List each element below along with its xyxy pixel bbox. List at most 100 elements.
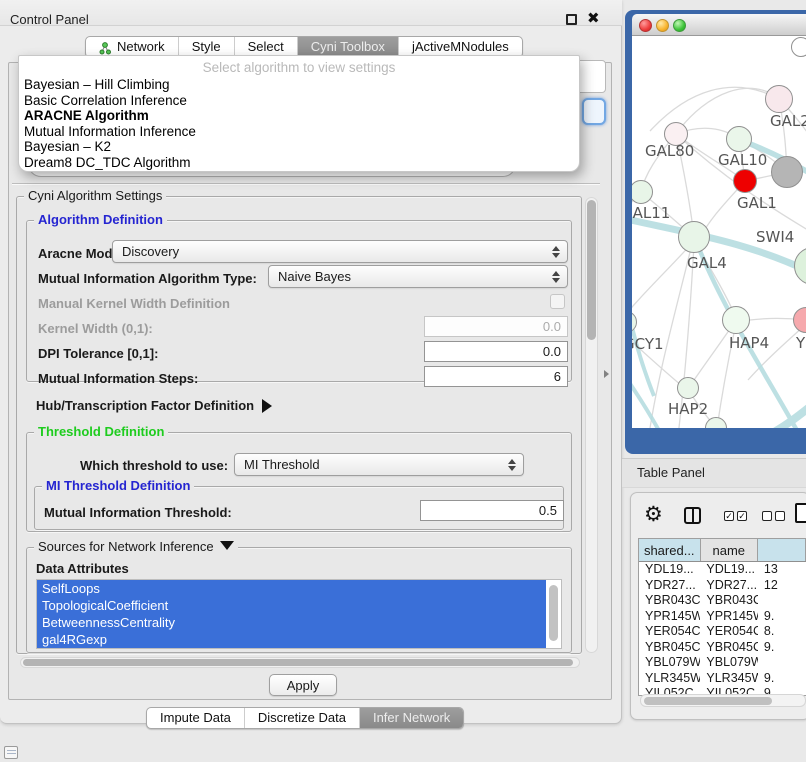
tab-impute-data[interactable]: Impute Data [147, 708, 244, 728]
network-node-gal11[interactable] [632, 180, 653, 204]
apply-button[interactable]: Apply [269, 674, 337, 696]
table-panel-title: Table Panel [637, 465, 705, 480]
gear-icon[interactable]: ⚙ [644, 504, 663, 525]
sources-group-title[interactable]: Sources for Network Inference [34, 540, 238, 554]
new-table-icon[interactable] [795, 503, 806, 523]
algorithm-option-basic-correlation-inference[interactable]: Basic Correlation Inference [19, 93, 579, 109]
network-node[interactable] [771, 156, 803, 188]
column-header-3[interactable] [758, 539, 806, 561]
table-row[interactable]: YPR145WYPR145W9. [639, 609, 806, 625]
expanded-arrow-icon[interactable] [220, 541, 234, 550]
window-minimize-button[interactable] [656, 19, 669, 32]
tab-jactivemnodules[interactable]: jActiveMNodules [398, 37, 522, 57]
network-node-hap4[interactable] [722, 306, 750, 334]
mi-threshold-field[interactable]: 0.5 [420, 500, 564, 521]
table-cell: YDL19... [700, 562, 757, 578]
data-attributes-list[interactable]: SelfLoopsTopologicalCoefficientBetweenne… [36, 579, 562, 649]
table-cell: 9. [758, 640, 806, 656]
node-table[interactable]: shared...name YDL19...YDL19...13YDR27...… [638, 538, 806, 696]
dpi-tolerance-field[interactable]: 0.0 [424, 341, 568, 362]
select-all-icon[interactable]: ✓ [724, 511, 734, 521]
algorithm-dropdown-prompt: Select algorithm to view settings [19, 56, 579, 77]
which-threshold-label: Which threshold to use: [80, 458, 228, 473]
mi-type-combo[interactable]: Naive Bayes [268, 265, 568, 288]
attribute-item-gal4rgexp[interactable]: gal4RGexp [37, 631, 546, 648]
table-cell: 9. [758, 671, 806, 687]
select-all-icon2[interactable]: ✓ [737, 511, 747, 521]
section-divider [12, 183, 600, 185]
control-panel-titlebar [0, 0, 622, 26]
tab-cyni-toolbox[interactable]: Cyni Toolbox [297, 37, 398, 57]
tab-infer-network[interactable]: Infer Network [359, 708, 463, 728]
table-row[interactable]: YDR27...YDR27...12 [639, 578, 806, 594]
table-cell: YLR345W [639, 671, 700, 687]
tab-select[interactable]: Select [234, 37, 297, 57]
network-node-y[interactable] [793, 307, 806, 333]
list-scrollbar-thumb[interactable] [549, 585, 558, 641]
deselect-all-icon[interactable] [762, 511, 772, 521]
close-panel-icon[interactable]: ✖ [587, 9, 600, 27]
settings-hscrollbar[interactable] [20, 657, 580, 668]
column-header-shared[interactable]: shared... [639, 539, 701, 561]
table-cell: YDR27... [639, 578, 700, 594]
table-cell: YPR145W [700, 609, 757, 625]
table-cell: 13 [758, 562, 806, 578]
aracne-mode-combo[interactable]: Discovery [112, 240, 568, 263]
tab-style[interactable]: Style [178, 37, 234, 57]
panel-toggle-icon[interactable] [4, 746, 18, 759]
which-threshold-combo[interactable]: MI Threshold [234, 453, 524, 476]
float-panel-icon[interactable] [566, 14, 577, 25]
table-row[interactable]: YLR345WYLR345W9. [639, 671, 806, 687]
tab-label: Cyni Toolbox [311, 37, 385, 57]
algorithm-dropdown[interactable]: Select algorithm to view settings Bayesi… [18, 55, 580, 172]
attribute-item-betweennesscentrality[interactable]: BetweennessCentrality [37, 614, 546, 631]
settings-hscrollbar-thumb[interactable] [23, 659, 573, 666]
table-hscrollbar-thumb[interactable] [644, 697, 772, 705]
deselect-all-icon2[interactable] [775, 511, 785, 521]
attribute-item-topologicalcoefficient[interactable]: TopologicalCoefficient [37, 597, 546, 614]
table-hscrollbar[interactable] [640, 694, 806, 707]
network-node-gal1[interactable] [733, 169, 757, 193]
collapsed-arrow-icon[interactable] [262, 399, 272, 413]
table-cell: YER054C [639, 624, 700, 640]
table-row[interactable]: YDL19...YDL19...13 [639, 562, 806, 578]
table-row[interactable]: YBR045CYBR045C9. [639, 640, 806, 656]
network-node-gal2[interactable] [765, 85, 793, 113]
hidden-focused-combo[interactable] [582, 98, 606, 125]
settings-vscrollbar[interactable] [585, 197, 598, 653]
aracne-mode-value: Discovery [122, 244, 179, 259]
tab-discretize-data[interactable]: Discretize Data [244, 708, 359, 728]
algorithm-dropdown-list: Bayesian – Hill ClimbingBasic Correlatio… [19, 77, 579, 171]
columns-icon[interactable] [684, 507, 701, 524]
network-node-gcy1[interactable] [632, 311, 637, 333]
tab-network[interactable]: Network [86, 37, 178, 57]
tab-label: Impute Data [160, 708, 231, 728]
table-cell: 9. [758, 609, 806, 625]
table-row[interactable]: YER054CYER054C8. [639, 624, 806, 640]
network-node-swi4[interactable] [794, 247, 806, 285]
network-canvas[interactable]: GAL2GAL80GAL10GAL1GAL11GAL4SWI4GCY1HAP4Y… [632, 36, 806, 428]
algorithm-option-bayesian-hill-climbing[interactable]: Bayesian – Hill Climbing [19, 77, 579, 93]
settings-vscrollbar-thumb[interactable] [587, 200, 596, 340]
algorithm-option-mutual-information-inference[interactable]: Mutual Information Inference [19, 124, 579, 140]
algorithm-option-dream8-dc-tdc-algorithm[interactable]: Dream8 DC_TDC Algorithm [19, 155, 579, 171]
mi-steps-field[interactable]: 6 [424, 366, 568, 387]
table-row[interactable]: YBL079WYBL079W [639, 655, 806, 671]
window-close-button[interactable] [639, 19, 652, 32]
algorithm-option-bayesian-k2[interactable]: Bayesian – K2 [19, 139, 579, 155]
column-header-name[interactable]: name [701, 539, 759, 561]
kernel-width-field[interactable]: 0.0 [424, 316, 568, 337]
network-node-hap2[interactable] [677, 377, 699, 399]
tab-label: jActiveMNodules [412, 37, 509, 57]
network-node[interactable] [705, 417, 727, 428]
hub-definition-toggle[interactable]: Hub/Transcription Factor Definition [36, 398, 272, 413]
network-node[interactable] [791, 37, 806, 57]
node-label-swi4: SWI4 [756, 228, 794, 246]
table-row[interactable]: YBR043CYBR043C [639, 593, 806, 609]
network-node-gal4[interactable] [678, 221, 710, 253]
algorithm-option-aracne-algorithm[interactable]: ARACNE Algorithm [19, 108, 579, 124]
network-node-gal10[interactable] [726, 126, 752, 152]
attribute-item-selfloops[interactable]: SelfLoops [37, 580, 546, 597]
window-zoom-button[interactable] [673, 19, 686, 32]
manual-kernel-checkbox[interactable] [550, 294, 565, 309]
